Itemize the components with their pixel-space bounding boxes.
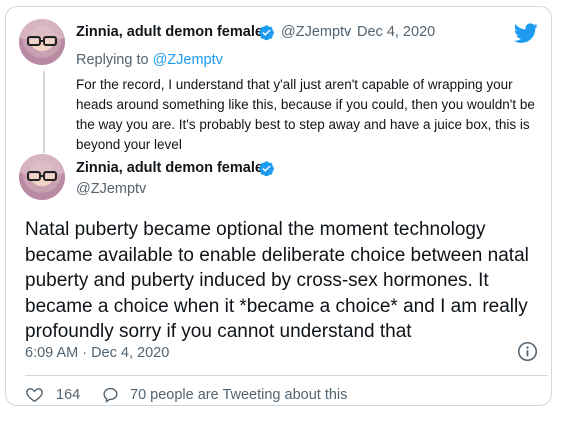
replying-to-handle[interactable]: @ZJemptv xyxy=(153,52,223,68)
verified-badge-icon xyxy=(258,24,275,41)
tweet-timestamp[interactable]: 6:09 AM · Dec 4, 2020 xyxy=(25,345,169,361)
verified-badge-icon xyxy=(258,160,275,177)
avatar[interactable] xyxy=(19,154,65,200)
tweet-card: Zinnia, adult demon female @ZJemptv · De… xyxy=(5,6,552,406)
like-count: 164 xyxy=(56,386,81,403)
twitter-bird-icon[interactable] xyxy=(514,21,538,45)
tweeting-about-link[interactable]: 70 people are Tweeting about this xyxy=(101,385,347,404)
separator: · xyxy=(346,24,351,40)
avatar[interactable] xyxy=(19,19,65,65)
info-icon[interactable] xyxy=(517,341,538,362)
display-name[interactable]: Zinnia, adult demon female xyxy=(76,160,263,176)
thread-line xyxy=(43,71,45,153)
main-tweet-text: Natal puberty became optional the moment… xyxy=(25,219,529,342)
replying-to: Replying to @ZJemptv xyxy=(76,52,223,68)
replying-to-label: Replying to xyxy=(76,52,149,68)
tweeting-about-label: 70 people are Tweeting about this xyxy=(130,386,348,403)
reply-tweet-text: For the record, I understand that y'all … xyxy=(76,77,535,152)
heart-icon xyxy=(25,385,44,404)
handle[interactable]: @ZJemptv xyxy=(281,24,351,40)
speech-bubble-icon xyxy=(101,385,120,404)
display-name[interactable]: Zinnia, adult demon female xyxy=(76,24,263,40)
tweet-date[interactable]: Dec 4, 2020 xyxy=(357,24,435,40)
divider xyxy=(25,375,548,376)
handle[interactable]: @ZJemptv xyxy=(76,181,146,197)
like-button[interactable]: 164 xyxy=(25,385,80,404)
